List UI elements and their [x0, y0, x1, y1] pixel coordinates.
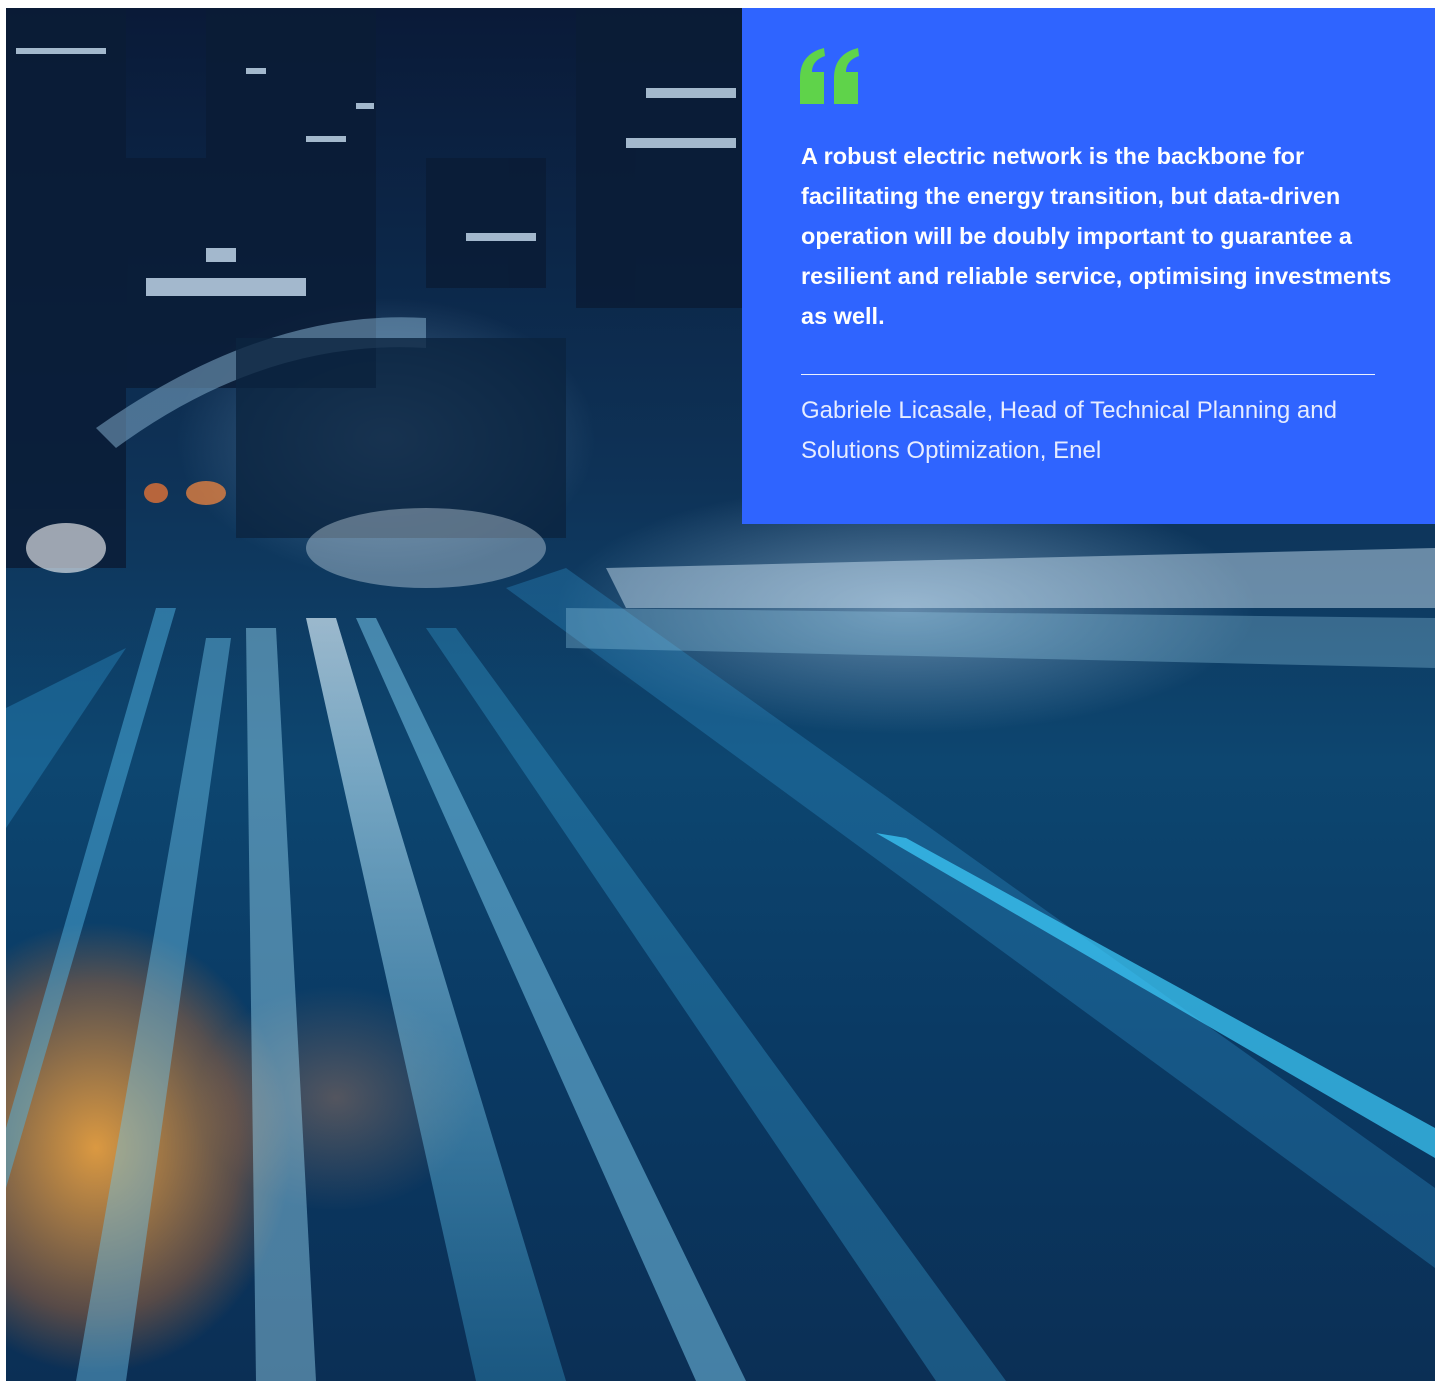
divider — [801, 374, 1375, 375]
quote-callout: A robust electric network is the backbon… — [742, 8, 1435, 524]
quote-attribution: Gabriele Licasale, Head of Technical Pla… — [801, 397, 1337, 464]
light-trails — [6, 548, 1435, 1381]
quote-mark-icon — [800, 48, 859, 104]
station-structure — [236, 338, 566, 538]
quote-text: A robust electric network is the backbon… — [801, 143, 1392, 329]
